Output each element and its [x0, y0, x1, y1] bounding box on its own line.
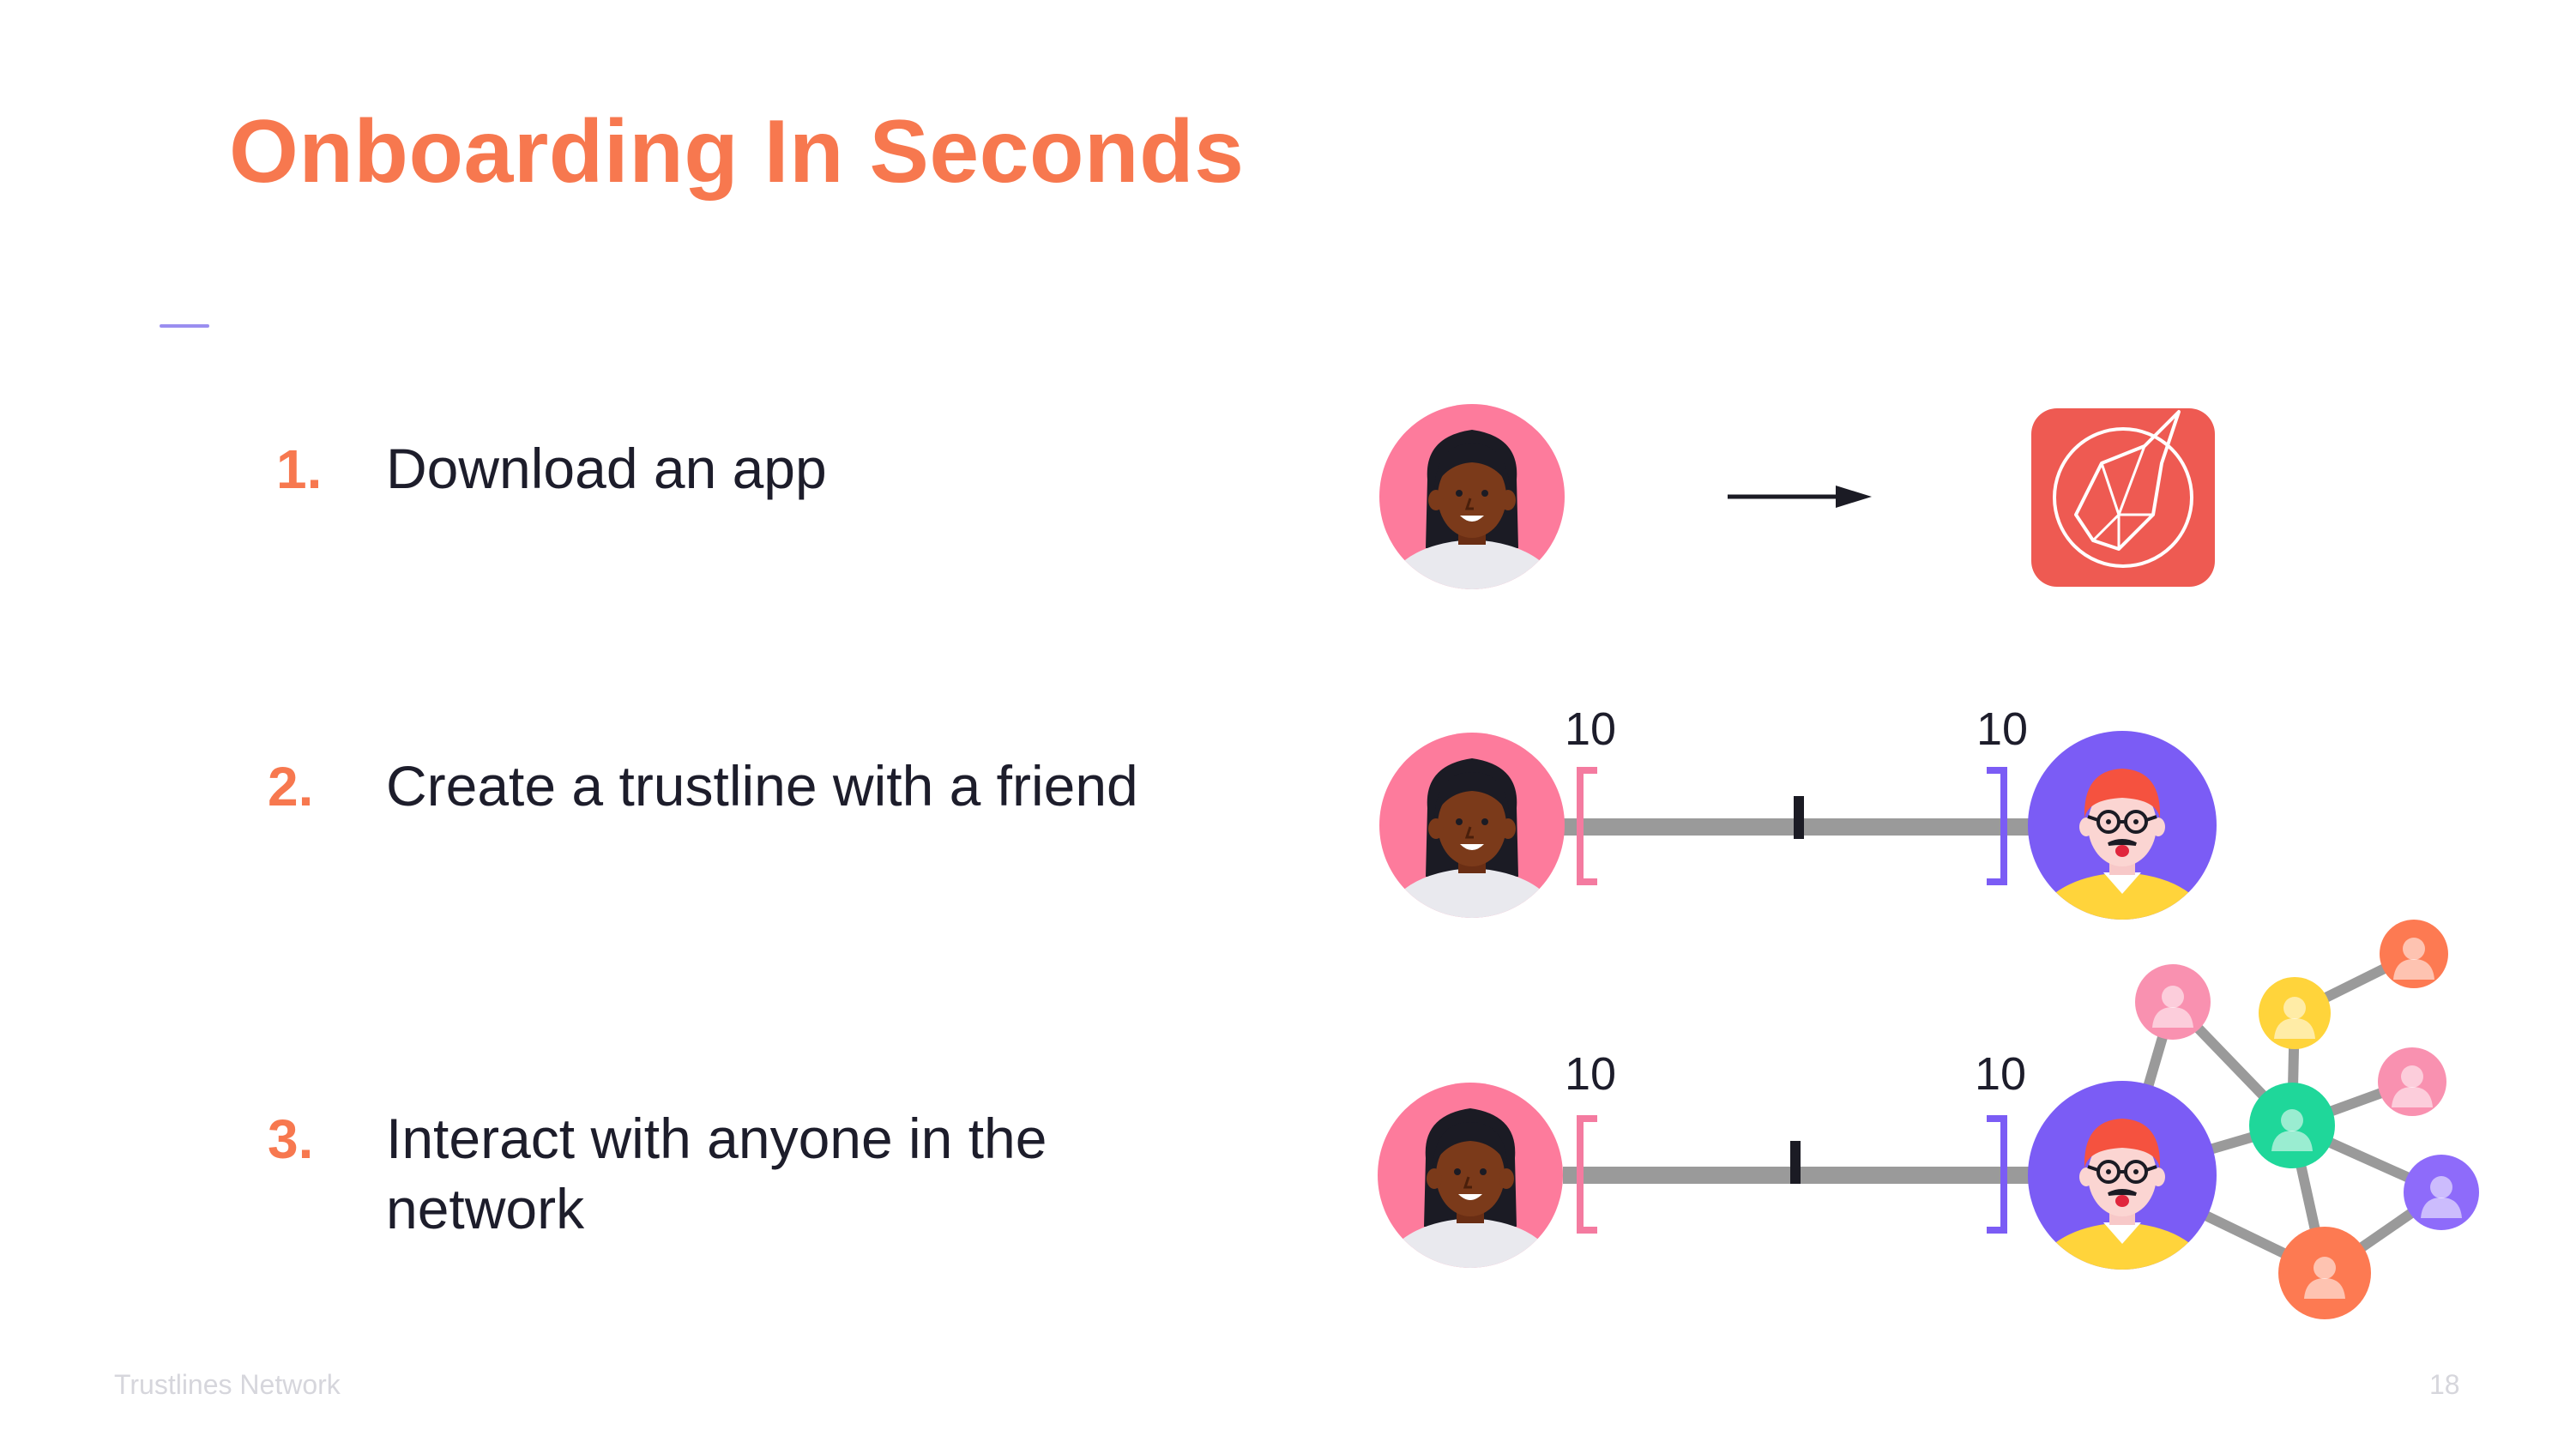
left-limit-label-row3: 10 — [1565, 1048, 1616, 1100]
footer-page-number: 18 — [2429, 1369, 2460, 1400]
trustline-balance-marker-row3 — [1790, 1141, 1801, 1184]
man-avatar-icon — [2028, 1081, 2217, 1282]
arrow-right-icon — [1728, 486, 1872, 508]
footer-brand: Trustlines Network — [114, 1369, 341, 1400]
network-member-icon — [2404, 1155, 2479, 1230]
man-avatar-icon — [2028, 731, 2217, 932]
trustlines-unicorn-app-icon — [2031, 408, 2215, 587]
woman-avatar-icon — [1376, 1083, 1565, 1278]
left-limit-label-row2: 10 — [1565, 703, 1616, 755]
onboarding-illustration: 10 10 10 10 — [0, 0, 2479, 1319]
woman-avatar-icon — [1378, 733, 1566, 928]
network-member-icon — [2378, 1047, 2446, 1116]
network-member-icon — [2249, 1083, 2335, 1168]
right-limit-label-row2: 10 — [1976, 703, 2028, 755]
right-limit-label-row3: 10 — [1975, 1048, 2026, 1100]
network-member-icon — [2259, 977, 2331, 1049]
network-member-icon — [2278, 1227, 2371, 1319]
network-member-icon — [2135, 964, 2211, 1040]
woman-avatar-icon — [1378, 404, 1566, 600]
network-member-icon — [2380, 920, 2448, 988]
slide: Onboarding In Seconds 1. Download an app… — [0, 0, 2576, 1442]
trustline-balance-marker-row2 — [1794, 796, 1804, 839]
